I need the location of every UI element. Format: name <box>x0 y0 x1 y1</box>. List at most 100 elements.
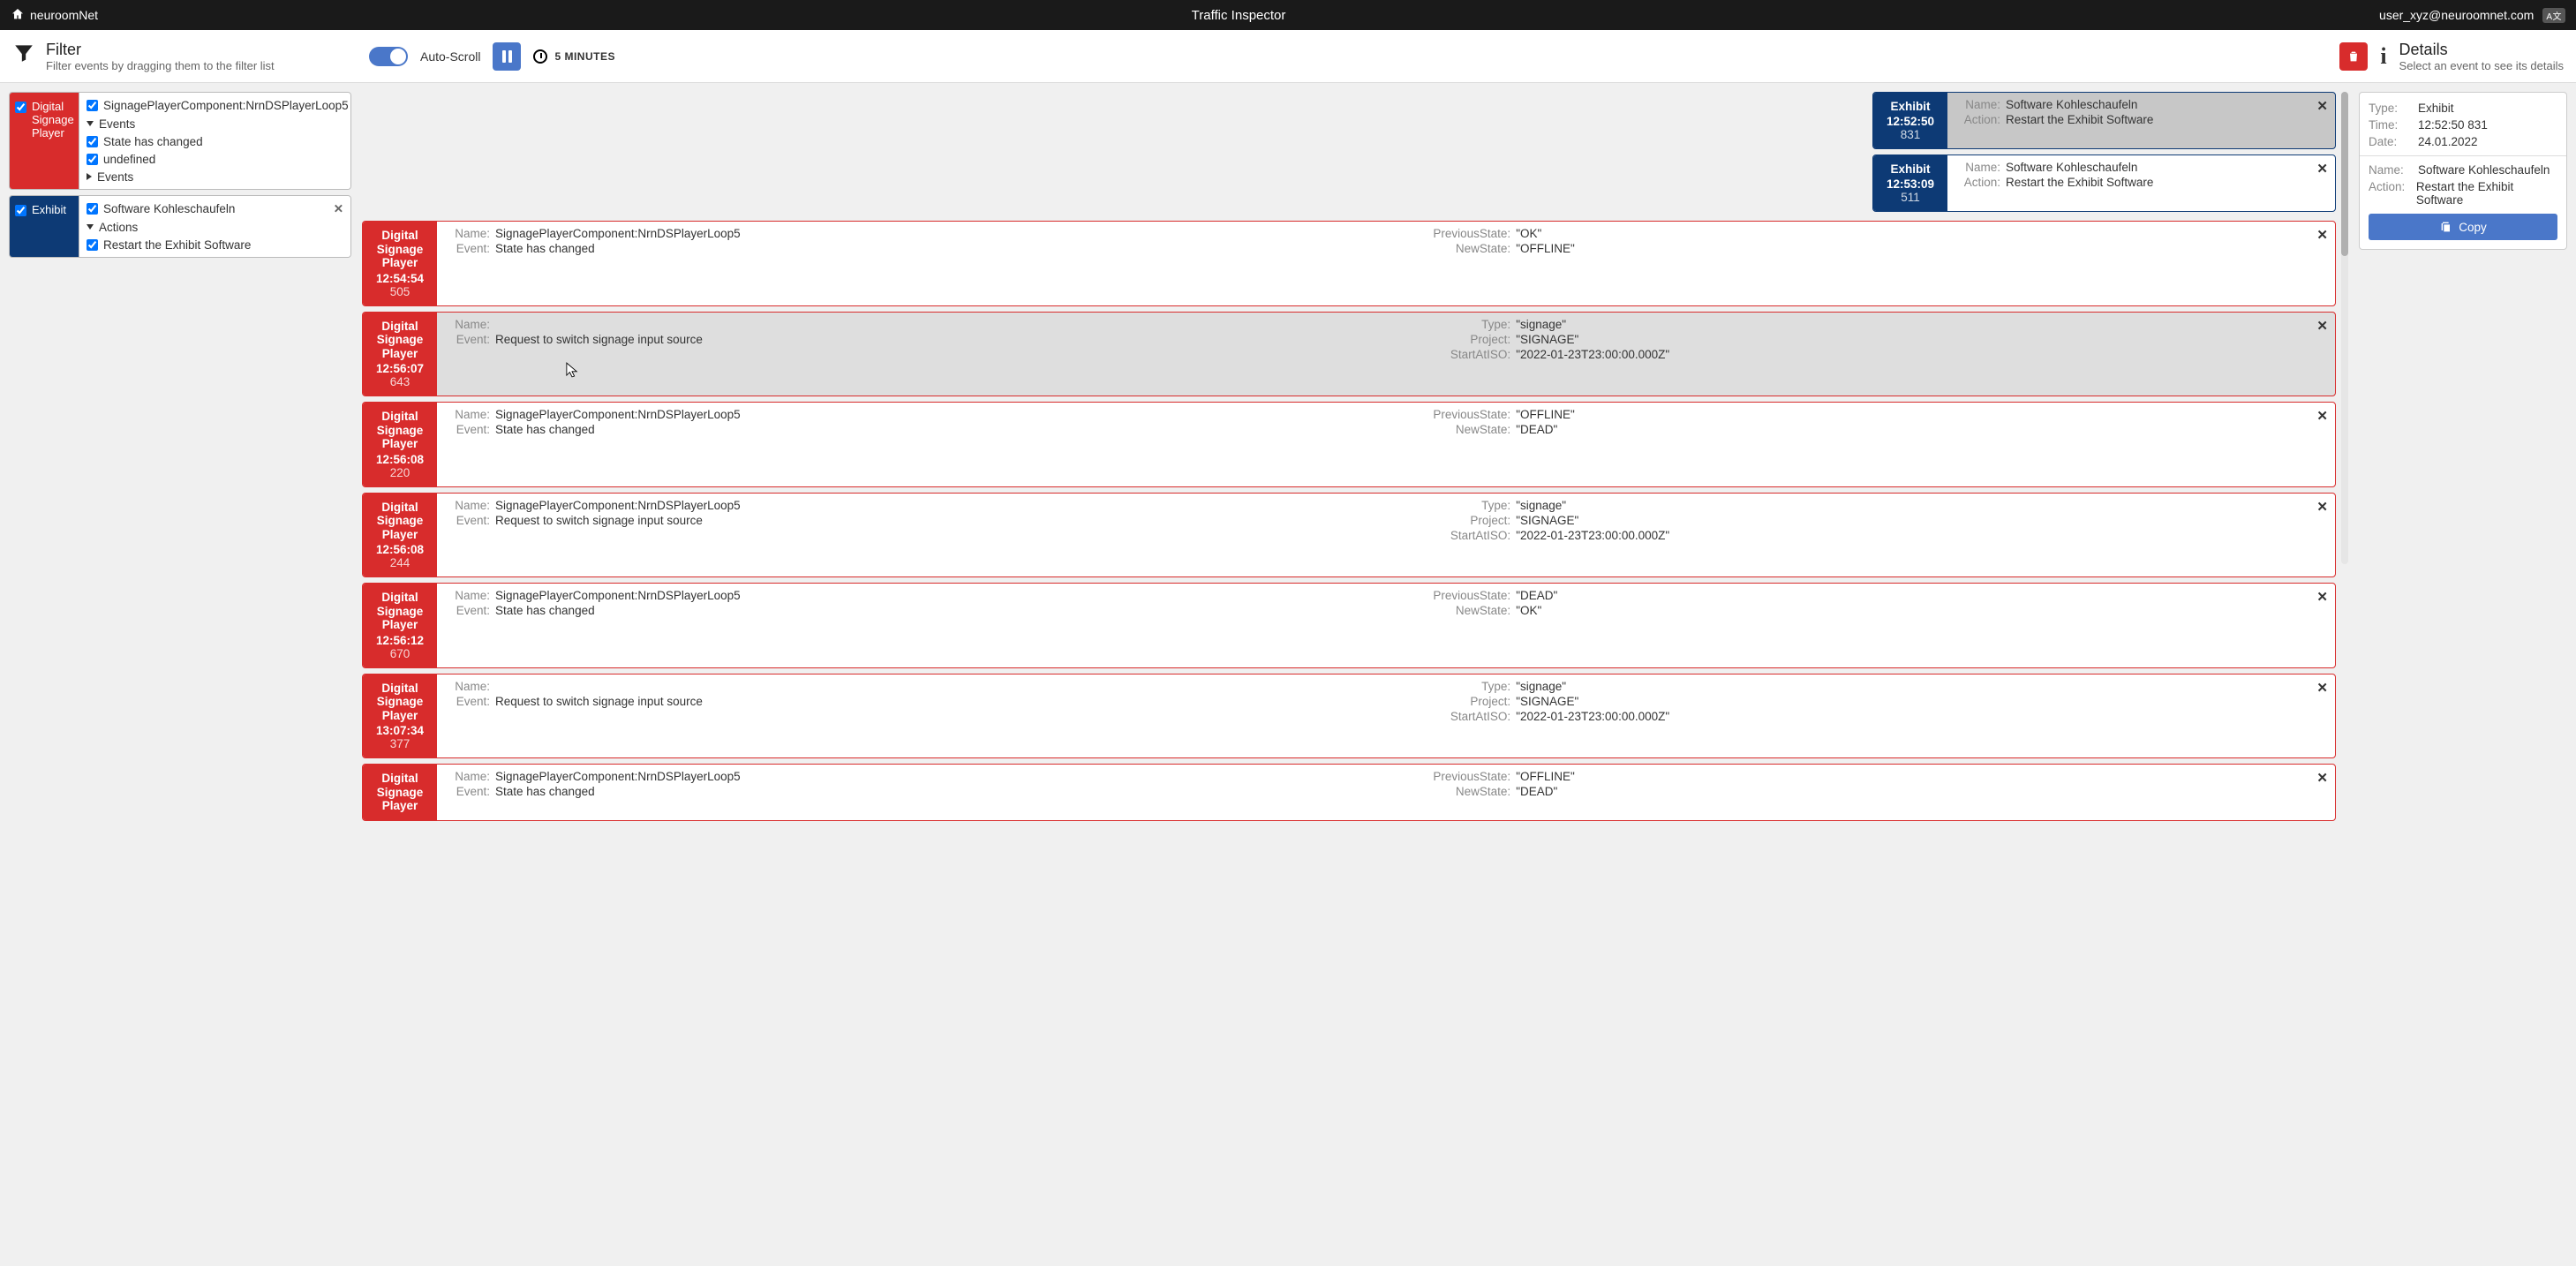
close-icon[interactable]: ✕ <box>2316 318 2328 334</box>
filter-item-checkbox[interactable] <box>87 239 98 251</box>
details-value: Exhibit <box>2418 102 2454 115</box>
toolbar: Filter Filter events by dragging them to… <box>0 30 2576 83</box>
autoscroll-label: Auto-Scroll <box>420 49 480 64</box>
field-key: Name: <box>442 680 490 693</box>
info-icon: i <box>2380 43 2386 70</box>
event-card-dsp[interactable]: DigitalSignagePlayerName:SignagePlayerCo… <box>362 764 2336 821</box>
field-value: SignagePlayerComponent:NrnDSPlayerLoop5 <box>495 227 741 240</box>
filter-enable-checkbox[interactable] <box>15 102 26 113</box>
field-key: PreviousState: <box>1424 227 1510 240</box>
trash-icon <box>2346 49 2361 64</box>
filter-item-label: Software Kohleschaufeln <box>103 202 235 215</box>
filter-row[interactable]: undefined <box>87 150 351 168</box>
filter-item-checkbox[interactable] <box>87 154 98 165</box>
filter-box[interactable]: ExhibitSoftware Kohleschaufeln✕ActionsRe… <box>9 195 351 258</box>
field-key: StartAtISO: <box>1424 348 1510 361</box>
filter-item-checkbox[interactable] <box>87 136 98 147</box>
field-key: NewState: <box>1424 604 1510 617</box>
language-switch[interactable]: A文 <box>2542 8 2565 23</box>
copy-label: Copy <box>2459 221 2487 234</box>
field-value: "DEAD" <box>1516 423 1557 436</box>
copy-icon <box>2439 220 2453 234</box>
filter-box[interactable]: Digital Signage PlayerSignagePlayerCompo… <box>9 92 351 190</box>
chevron-down-icon <box>87 224 94 230</box>
field-value: State has changed <box>495 785 595 798</box>
field-value: "OK" <box>1516 604 1541 617</box>
close-icon[interactable]: ✕ <box>2316 589 2328 605</box>
time-window[interactable]: 5 MINUTES <box>533 49 615 64</box>
event-card-dsp[interactable]: DigitalSignagePlayer12:56:08 244Name:Sig… <box>362 493 2336 578</box>
filter-item-checkbox[interactable] <box>87 203 98 215</box>
field-value: Restart the Exhibit Software <box>2006 113 2153 126</box>
filter-item-checkbox[interactable] <box>87 100 98 111</box>
field-value: "2022-01-23T23:00:00.000Z" <box>1516 348 1669 361</box>
close-icon[interactable]: ✕ <box>2316 161 2328 177</box>
event-card-dsp[interactable]: DigitalSignagePlayer12:56:12 670Name:Sig… <box>362 583 2336 668</box>
details-value: 12:52:50 831 <box>2418 118 2488 132</box>
field-value: "SIGNAGE" <box>1516 514 1578 527</box>
event-card-dsp[interactable]: DigitalSignagePlayer13:07:34 377Name:Eve… <box>362 674 2336 759</box>
details-row: Type: Exhibit <box>2369 102 2557 115</box>
field-value: "SIGNAGE" <box>1516 695 1578 708</box>
filter-row[interactable]: Actions <box>87 218 343 236</box>
filter-row[interactable]: State has changed <box>87 132 351 150</box>
details-panel: Type:ExhibitTime:12:52:50 831Date:24.01.… <box>2359 92 2567 250</box>
autoscroll-toggle[interactable] <box>369 47 408 66</box>
scrollbar-thumb[interactable] <box>2341 92 2348 256</box>
brand[interactable]: neuroomNet <box>11 7 98 24</box>
field-key: Type: <box>1424 680 1510 693</box>
filter-item-label: Actions <box>99 221 138 234</box>
field-value: Restart the Exhibit Software <box>2006 176 2153 189</box>
field-value: SignagePlayerComponent:NrnDSPlayerLoop5 <box>495 408 741 421</box>
details-row: Name:Software Kohleschaufeln <box>2369 163 2557 177</box>
pause-button[interactable] <box>493 42 521 71</box>
chevron-down-icon <box>87 121 94 126</box>
filter-row[interactable]: Software Kohleschaufeln ✕ <box>87 200 343 218</box>
field-key: Name: <box>442 408 490 421</box>
field-key: Name: <box>1953 161 2000 174</box>
close-icon[interactable]: ✕ <box>2316 770 2328 786</box>
clock-icon <box>533 49 547 64</box>
filter-icon <box>12 41 35 71</box>
filter-row[interactable]: Events <box>87 115 351 132</box>
filter-row[interactable]: Restart the Exhibit Software <box>87 236 343 253</box>
field-key: Event: <box>442 604 490 617</box>
home-icon <box>11 7 25 24</box>
field-key: NewState: <box>1424 423 1510 436</box>
clear-button[interactable] <box>2339 42 2368 71</box>
filter-enable-checkbox[interactable] <box>15 205 26 216</box>
event-card-exhibit[interactable]: Exhibit12:53:09 511Name:Software Kohlesc… <box>1872 154 2336 212</box>
close-icon[interactable]: ✕ <box>2316 98 2328 114</box>
details-row: Time:12:52:50 831 <box>2369 118 2557 132</box>
filter-row[interactable]: SignagePlayerComponent:NrnDSPlayerLoop5✕ <box>87 96 351 115</box>
field-key: Project: <box>1424 695 1510 708</box>
field-key: Event: <box>442 242 490 255</box>
details-row: Action:Restart the Exhibit Software <box>2369 180 2557 207</box>
event-card-dsp[interactable]: DigitalSignagePlayer12:54:54 505Name:Sig… <box>362 221 2336 306</box>
event-card-exhibit[interactable]: Exhibit12:52:50 831Name:Software Kohlesc… <box>1872 92 2336 149</box>
filter-item-label: State has changed <box>103 135 203 148</box>
close-icon[interactable]: ✕ <box>2316 227 2328 243</box>
filter-item-label: Events <box>99 117 135 131</box>
copy-button[interactable]: Copy <box>2369 214 2557 240</box>
page-title: Traffic Inspector <box>98 8 2379 23</box>
filter-list: Digital Signage PlayerSignagePlayerCompo… <box>9 92 351 821</box>
user-email[interactable]: user_xyz@neuroomnet.com <box>2379 8 2534 22</box>
close-icon[interactable]: ✕ <box>2316 499 2328 515</box>
filter-item-label: SignagePlayerComponent:NrnDSPlayerLoop5 <box>103 99 349 112</box>
remove-filter-icon[interactable]: ✕ <box>334 202 343 216</box>
field-value: "signage" <box>1516 318 1566 331</box>
filter-subtitle: Filter events by dragging them to the fi… <box>46 59 275 72</box>
field-value: State has changed <box>495 242 595 255</box>
details-key: Type: <box>2369 102 2411 115</box>
event-card-dsp[interactable]: DigitalSignagePlayer12:56:07 643Name:Eve… <box>362 312 2336 397</box>
filter-row[interactable]: Events <box>87 168 351 185</box>
chevron-right-icon <box>87 173 92 180</box>
field-key: Event: <box>442 695 490 708</box>
details-value: Restart the Exhibit Software <box>2416 180 2557 207</box>
close-icon[interactable]: ✕ <box>2316 408 2328 424</box>
details-key: Name: <box>2369 163 2411 177</box>
details-title: Details <box>2399 41 2564 59</box>
close-icon[interactable]: ✕ <box>2316 680 2328 696</box>
event-card-dsp[interactable]: DigitalSignagePlayer12:56:08 220Name:Sig… <box>362 402 2336 487</box>
